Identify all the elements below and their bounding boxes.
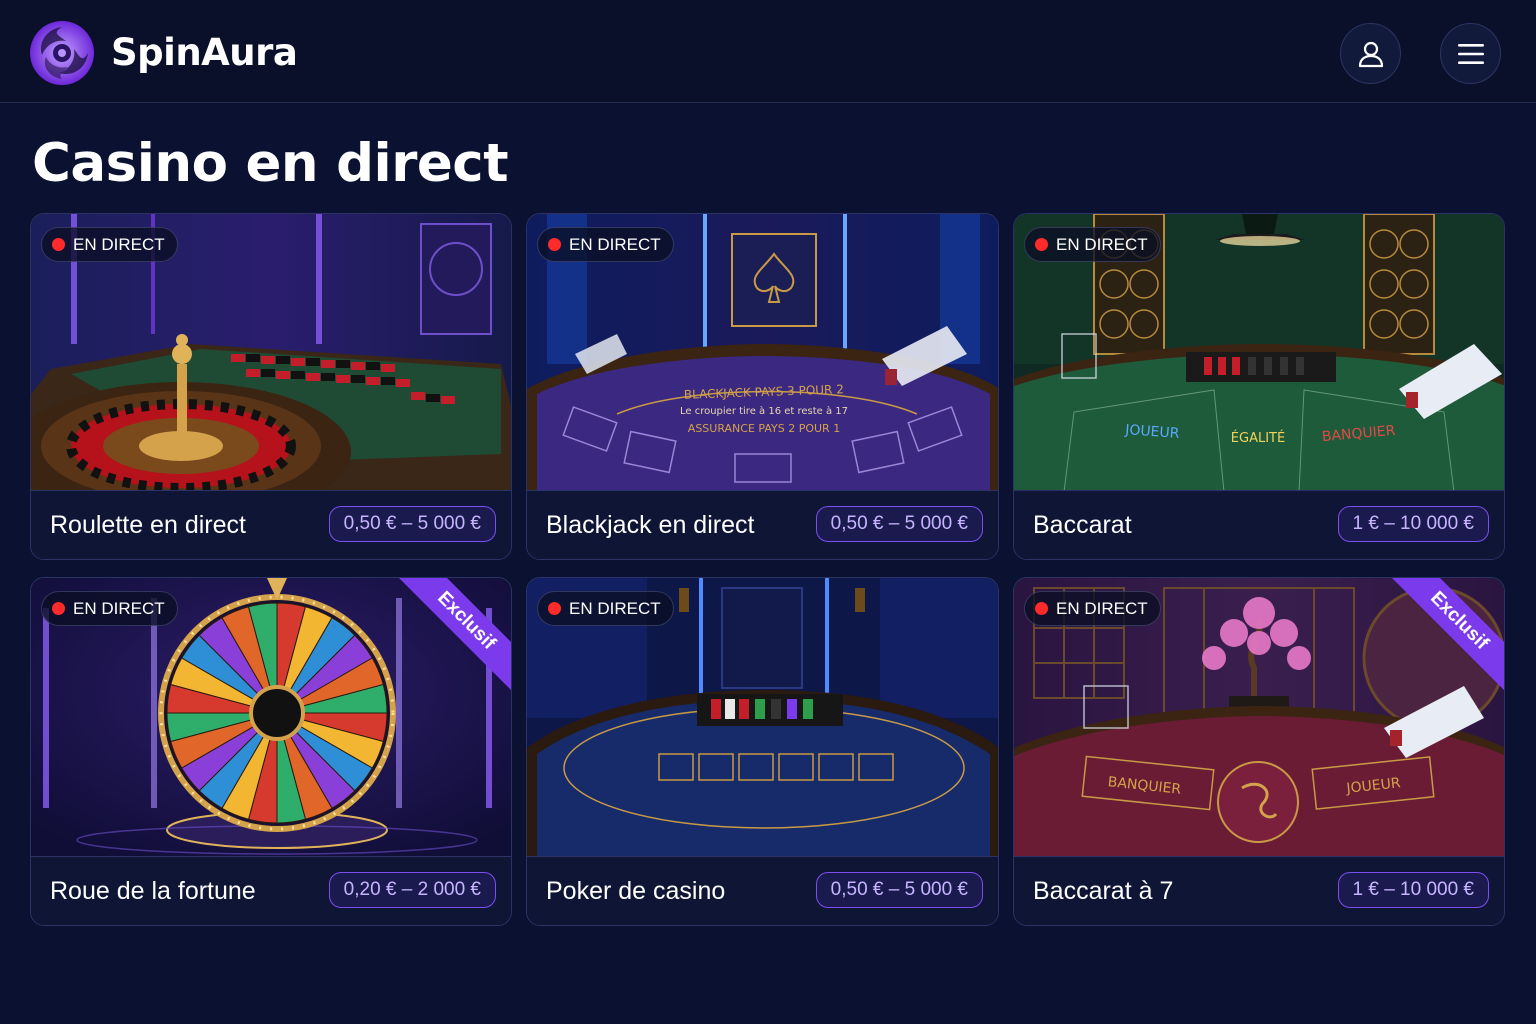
bet-limits-badge: 0,50 € – 5 000 € (328, 506, 496, 542)
table-text-insurance: ASSURANCE PAYS 2 POUR 1 (688, 422, 840, 435)
game-title: Baccarat (1033, 511, 1132, 539)
game-card-baccarat-7[interactable]: BANQUIER JOUEUR EN DIRECT Exclusif Bacca… (1013, 577, 1505, 926)
live-indicator-dot (52, 602, 65, 615)
game-title: Baccarat à 7 (1033, 877, 1174, 905)
bet-limits-badge: 0,20 € – 2 000 € (328, 872, 496, 908)
game-title: Roulette en direct (50, 511, 246, 539)
live-label: EN DIRECT (1056, 598, 1148, 618)
live-label: EN DIRECT (1056, 234, 1148, 254)
exclusive-label: Exclusif (399, 578, 511, 690)
page-title: Casino en direct (32, 133, 509, 194)
bet-limits-badge: 1 € – 10 000 € (1337, 872, 1489, 908)
bet-limits-badge: 1 € – 10 000 € (1337, 506, 1489, 542)
game-card-baccarat[interactable]: JOUEUR ÉGALITÉ BANQUIER EN DIRECT Baccar… (1013, 213, 1505, 560)
exclusive-ribbon: Exclusif (399, 578, 511, 690)
card-footer: Poker de casino 0,50 € – 5 000 € (527, 856, 998, 925)
game-card-poker[interactable]: EN DIRECT Poker de casino 0,50 € – 5 000… (526, 577, 999, 926)
card-footer: Blackjack en direct 0,50 € – 5 000 € (527, 490, 998, 559)
live-indicator-dot (1035, 602, 1048, 615)
live-badge: EN DIRECT (1024, 227, 1161, 262)
user-icon (1358, 41, 1383, 67)
game-title: Poker de casino (546, 877, 726, 905)
game-card-blackjack[interactable]: BLACKJACK PAYS 3 POUR 2 Le croupier tire… (526, 213, 999, 560)
live-badge: EN DIRECT (41, 591, 178, 626)
bet-limits-badge: 0,50 € – 5 000 € (815, 872, 983, 908)
table-text-dealer-rule: Le croupier tire à 16 et reste à 17 (680, 405, 848, 417)
exclusive-ribbon: Exclusif (1392, 578, 1504, 690)
account-button[interactable] (1340, 23, 1401, 84)
live-badge: EN DIRECT (537, 591, 674, 626)
live-label: EN DIRECT (73, 234, 165, 254)
card-footer: Roulette en direct 0,50 € – 5 000 € (31, 490, 511, 559)
live-label: EN DIRECT (569, 598, 661, 618)
live-badge: EN DIRECT (537, 227, 674, 262)
game-title: Roue de la fortune (50, 877, 256, 905)
live-label: EN DIRECT (73, 598, 165, 618)
brand-name[interactable]: SpinAura (111, 31, 298, 74)
hamburger-menu-icon (1457, 43, 1484, 64)
game-card-roulette[interactable]: EN DIRECT Roulette en direct 0,50 € – 5 … (30, 213, 512, 560)
live-badge: EN DIRECT (1024, 591, 1161, 626)
game-card-fortune-wheel[interactable]: EN DIRECT Exclusif Roue de la fortune 0,… (30, 577, 512, 926)
live-indicator-dot (548, 602, 561, 615)
table-text-tie: ÉGALITÉ (1231, 430, 1285, 446)
exclusive-label: Exclusif (1392, 578, 1504, 690)
live-label: EN DIRECT (569, 234, 661, 254)
menu-button[interactable] (1440, 23, 1501, 84)
game-title: Blackjack en direct (546, 511, 755, 539)
top-bar: SpinAura (0, 0, 1536, 103)
live-indicator-dot (548, 238, 561, 251)
swirl-logo-icon[interactable] (28, 19, 96, 87)
card-footer: Roue de la fortune 0,20 € – 2 000 € (31, 856, 511, 925)
card-footer: Baccarat 1 € – 10 000 € (1014, 490, 1504, 559)
live-badge: EN DIRECT (41, 227, 178, 262)
card-footer: Baccarat à 7 1 € – 10 000 € (1014, 856, 1504, 925)
bet-limits-badge: 0,50 € – 5 000 € (815, 506, 983, 542)
live-indicator-dot (1035, 238, 1048, 251)
live-indicator-dot (52, 238, 65, 251)
